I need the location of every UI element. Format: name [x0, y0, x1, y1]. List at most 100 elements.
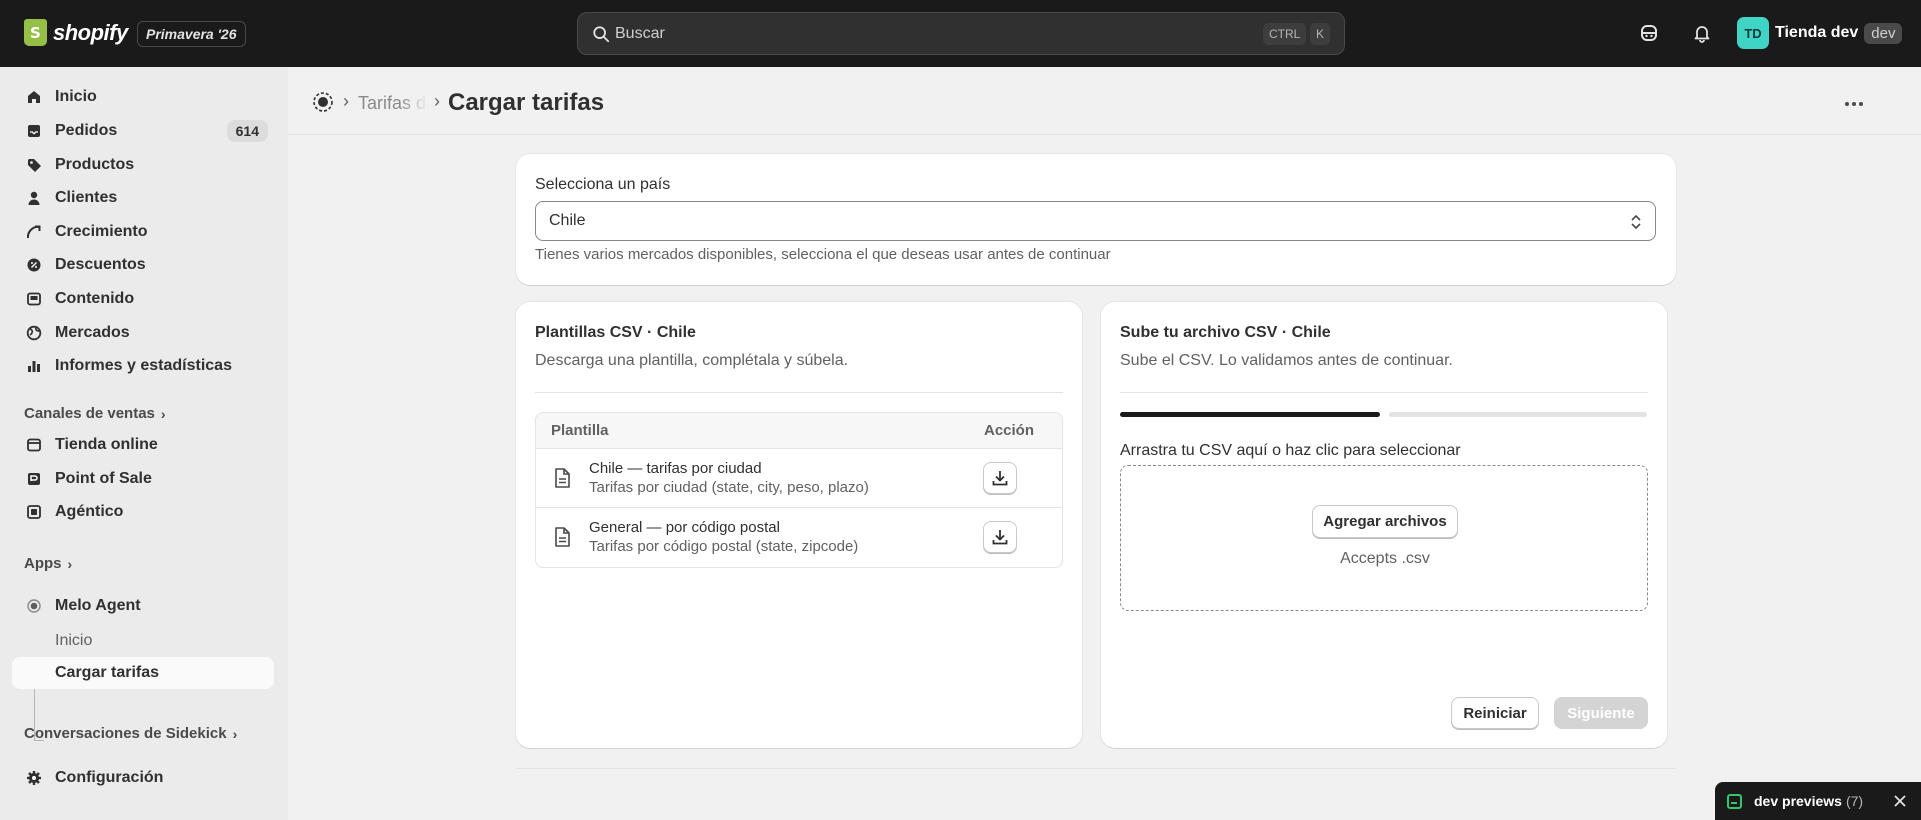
sidebar-item-label: Agéntico: [55, 503, 124, 520]
preview-status-icon: [1727, 793, 1742, 809]
file-dropzone[interactable]: Agregar archivos Accepts .csv: [1120, 465, 1648, 611]
globe-icon: [24, 323, 44, 343]
country-help-text: Tienes varios mercados disponibles, sele…: [535, 246, 1111, 263]
templates-table: Plantilla Acción Chile — tarifas por ciu…: [535, 412, 1063, 568]
sidebar-item-inicio[interactable]: Inicio: [12, 81, 274, 113]
more-horizontal-icon: [1845, 102, 1863, 106]
sidebar-item-clientes[interactable]: Clientes: [12, 182, 274, 214]
sidebar-item-label: Inicio: [55, 88, 97, 105]
column-header-accion: Acción: [984, 422, 1035, 439]
sidebar-item-point-of-sale[interactable]: Point of Sale: [12, 463, 274, 495]
close-icon[interactable]: [1893, 794, 1907, 808]
download-button[interactable]: [983, 462, 1017, 494]
reset-button[interactable]: Reiniciar: [1451, 697, 1539, 729]
apps-label: Apps: [24, 555, 62, 572]
sidebar-item-tienda-online[interactable]: Tienda online: [12, 429, 274, 461]
chevron-right-icon: ›: [160, 405, 166, 422]
store-menu[interactable]: TD Tienda dev dev: [1737, 17, 1903, 49]
table-row: General — por código postal Tarifas por …: [536, 508, 1062, 567]
content-icon: [24, 289, 44, 309]
sidebar-item-label: Productos: [55, 156, 135, 173]
chevron-right-icon: ›: [232, 725, 238, 742]
discount-icon: [24, 255, 44, 275]
upload-title: Sube tu archivo CSV · Chile: [1120, 324, 1331, 341]
chevron-right-icon: ›: [67, 555, 73, 572]
template-description: Tarifas por código postal (state, zipcod…: [589, 538, 859, 555]
edition-badge[interactable]: Primavera '26: [137, 21, 246, 47]
sidebar-item-label: Configuración: [55, 769, 164, 786]
notifications-button[interactable]: [1688, 19, 1716, 47]
divider: [535, 392, 1063, 393]
download-icon: [992, 471, 1008, 486]
next-button[interactable]: Siguiente: [1554, 697, 1648, 729]
download-button[interactable]: [983, 521, 1017, 553]
sidebar-item-informes[interactable]: Informes y estadísticas: [12, 350, 274, 382]
sidebar-item-configuracion[interactable]: Configuración: [12, 762, 274, 794]
sidekick-label: Conversaciones de Sidekick: [24, 725, 227, 742]
shopify-logo[interactable]: shopify: [24, 19, 128, 46]
template-description: Tarifas por ciudad (state, city, peso, p…: [589, 479, 869, 496]
chart-icon: [24, 356, 44, 376]
sales-channels-label: Canales de ventas: [24, 405, 155, 422]
sidebar-subitem-cargar-tarifas[interactable]: Cargar tarifas: [12, 657, 274, 689]
sales-channels-heading[interactable]: Canales de ventas ›: [24, 405, 166, 422]
add-files-button[interactable]: Agregar archivos: [1312, 505, 1458, 538]
sidebar-item-agentico[interactable]: Agéntico: [12, 496, 274, 528]
sidebar-item-descuentos[interactable]: Descuentos: [12, 249, 274, 281]
sidekick-heading[interactable]: Conversaciones de Sidekick ›: [24, 725, 237, 742]
sidebar-item-productos[interactable]: Productos: [12, 149, 274, 181]
templates-subtitle: Descarga una plantilla, complétala y súb…: [535, 352, 849, 369]
sidebar-item-label: Descuentos: [55, 256, 146, 273]
country-label: Selecciona un país: [535, 176, 671, 193]
store-tag: dev: [1864, 22, 1903, 44]
progress-step-complete: [1120, 412, 1380, 417]
bell-icon: [1694, 26, 1710, 43]
shopify-bag-icon: [24, 19, 47, 46]
templates-title: Plantillas CSV · Chile: [535, 324, 696, 341]
app-breadcrumb-icon[interactable]: [312, 91, 334, 113]
search-bar[interactable]: CTRL K: [577, 12, 1345, 55]
sidebar-item-label: Tienda online: [55, 436, 158, 453]
top-bar: shopify Primavera '26 CTRL K TD Tienda d…: [0, 0, 1921, 67]
sidebar-item-pedidos[interactable]: Pedidos 614: [12, 115, 274, 147]
orders-count-badge: 614: [226, 120, 268, 142]
search-input[interactable]: [615, 21, 1215, 47]
template-name: Chile — tarifas por ciudad: [589, 460, 762, 477]
file-icon: [555, 527, 570, 547]
select-arrows-icon: [1631, 214, 1641, 230]
store-name: Tienda dev: [1775, 24, 1859, 41]
sidebar-item-mercados[interactable]: Mercados: [12, 317, 274, 349]
dev-previews-count: (7): [1845, 793, 1864, 809]
sidebar-item-label: Melo Agent: [55, 597, 141, 614]
sidebar-subitem-inicio[interactable]: Inicio: [55, 632, 92, 650]
more-actions-button[interactable]: [1839, 89, 1869, 119]
sidebar-item-melo-agent[interactable]: Melo Agent: [12, 590, 274, 622]
download-icon: [992, 530, 1008, 545]
pos-icon: [24, 469, 44, 489]
search-icon: [593, 26, 610, 43]
country-select-value: Chile: [549, 212, 586, 229]
table-header: Plantilla Acción: [536, 413, 1062, 449]
sidebar-item-label: Mercados: [55, 324, 130, 341]
template-name: General — por código postal: [589, 519, 780, 536]
sidebar-item-contenido[interactable]: Contenido: [12, 283, 274, 315]
gear-icon: [24, 768, 44, 788]
page-title: Cargar tarifas: [448, 89, 605, 116]
growth-icon: [24, 222, 44, 242]
breadcrumb-separator: ›: [343, 91, 349, 111]
country-card: Selecciona un país Chile Tienes varios m…: [516, 154, 1676, 285]
sidebar-item-label: Informes y estadísticas: [55, 357, 232, 374]
sidekick-button[interactable]: [1635, 19, 1663, 47]
country-select[interactable]: Chile: [535, 201, 1656, 241]
logo-text: shopify: [53, 19, 128, 45]
apps-heading[interactable]: Apps ›: [24, 555, 72, 572]
breadcrumb-link[interactable]: Tarifas de envío: [358, 93, 428, 114]
accepted-types-text: Accepts .csv: [1340, 550, 1430, 567]
sidebar-item-label: Pedidos: [55, 122, 118, 139]
progress-step-pending: [1389, 412, 1647, 417]
table-row: Chile — tarifas por ciudad Tarifas por c…: [536, 449, 1062, 508]
sidebar-item-crecimiento[interactable]: Crecimiento: [12, 216, 274, 248]
file-icon: [555, 468, 570, 488]
dev-previews-bar[interactable]: dev previews (7): [1715, 782, 1921, 820]
dev-previews-label: dev previews: [1754, 793, 1842, 809]
